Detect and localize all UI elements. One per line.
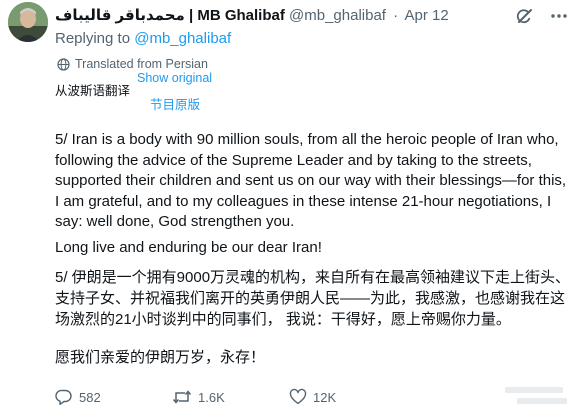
show-original-link-cn[interactable]: 节目原版 bbox=[150, 94, 200, 113]
translated-from-label: Translated from Persian bbox=[75, 57, 208, 71]
chinese-closing-line: 愿我们亲爱的伊朗万岁，永存！ bbox=[55, 349, 266, 366]
avatar[interactable] bbox=[8, 2, 48, 42]
avatar-photo bbox=[8, 2, 48, 42]
grok-icon[interactable] bbox=[515, 6, 535, 26]
tweet-actions: 582 1.6K 12K bbox=[55, 388, 570, 408]
like-button[interactable]: 12K bbox=[289, 388, 336, 406]
english-line: say: well done, God strengthen you. bbox=[55, 213, 295, 230]
english-line: 5/ Iran is a body with 90 million souls,… bbox=[55, 131, 559, 148]
english-line: supported their children and sent us on … bbox=[55, 172, 567, 189]
replying-to-prefix: Replying to bbox=[55, 30, 131, 47]
tweet-header: محمدباقر قالیباف | MB Ghalibaf @mb_ghali… bbox=[55, 6, 449, 24]
english-line: following the advice of the Supreme Lead… bbox=[55, 151, 532, 169]
like-icon bbox=[289, 388, 307, 405]
tweet-date[interactable]: Apr 12 bbox=[404, 7, 448, 24]
replying-to: Replying to @mb_ghalibaf bbox=[55, 30, 231, 47]
globe-icon bbox=[57, 57, 70, 71]
repost-count: 1.6K bbox=[198, 389, 225, 405]
repost-icon bbox=[172, 390, 192, 404]
author-name[interactable]: محمدباقر قالیباف | MB Ghalibaf bbox=[55, 7, 285, 24]
repost-button[interactable]: 1.6K bbox=[172, 388, 225, 406]
translated-from-label-cn: 从波斯语翻译 bbox=[55, 84, 131, 98]
translated-notice: Translated from Persian bbox=[57, 57, 208, 71]
tweet-text-chinese: 5/ 伊朗是一个拥有9000万灵魂的机构，来自所有在最高领袖建议下走上街头、 支… bbox=[55, 267, 575, 330]
chinese-line: 5/ 伊朗是一个拥有9000万灵魂的机构，来自所有在最高领袖建议下走上街头、 bbox=[55, 269, 571, 286]
reply-count: 582 bbox=[79, 389, 101, 405]
reply-button[interactable]: 582 bbox=[55, 388, 101, 406]
reply-icon bbox=[55, 389, 72, 405]
english-line: I am grateful, and to my colleagues in t… bbox=[55, 192, 552, 210]
tweet-text-english: 5/ Iran is a body with 90 million souls,… bbox=[55, 130, 571, 233]
header-separator: · bbox=[393, 7, 399, 24]
like-count: 12K bbox=[313, 389, 337, 405]
more-icon[interactable] bbox=[549, 6, 569, 26]
tweet: محمدباقر قالیباف | MB Ghalibaf @mb_ghali… bbox=[0, 0, 579, 415]
author-handle[interactable]: @mb_ghalibaf bbox=[289, 7, 386, 24]
show-original-link[interactable]: Show original bbox=[137, 71, 212, 85]
tweet-top-actions bbox=[515, 6, 569, 26]
chinese-line: 场激烈的21小时谈判中的同事们， 我说：干得好，愿上帝赐你力量。 bbox=[55, 311, 511, 328]
chinese-line: 支持子女、并祝福我们离开的英勇伊朗人民——为此，我感激，也感谢我在这 bbox=[55, 290, 566, 307]
replying-to-handle[interactable]: @mb_ghalibaf bbox=[134, 30, 231, 47]
watermark-overlay bbox=[505, 384, 575, 410]
english-closing-line: Long live and enduring be our dear Iran! bbox=[55, 239, 322, 256]
